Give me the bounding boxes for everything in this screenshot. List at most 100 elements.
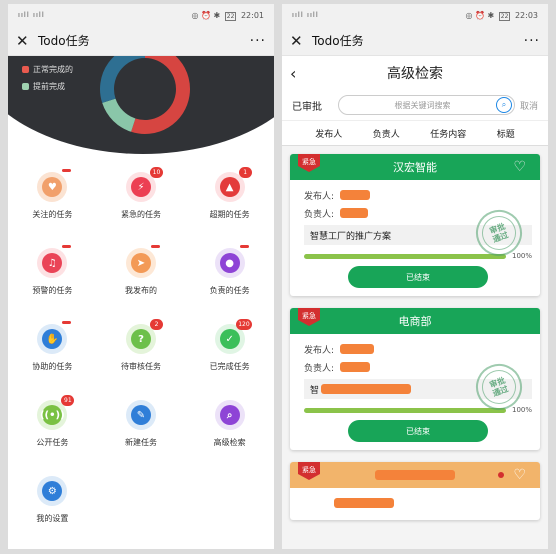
grid-icon-glyph: ⚙ — [42, 481, 63, 501]
progress-fill — [304, 253, 506, 259]
grid-item[interactable]: ⌕ 高级检索 — [185, 400, 274, 456]
grid-icon-glyph: ✓ — [219, 329, 240, 349]
donut-segment — [100, 56, 146, 103]
left-screen: ııll ııll ◎ ⏰ ✱ 22 22:01 ✕ Todo任务 ··· 正常… — [8, 4, 274, 549]
status-bar: ııll ııll ◎ ⏰ ✱ 22 22:01 — [8, 4, 274, 26]
grid-icon-glyph: ♫ — [42, 253, 63, 273]
grid-label: 负责的任务 — [209, 286, 250, 295]
grid-item[interactable]: ((•)) 91 公开任务 — [8, 395, 97, 456]
badge: 2 — [149, 319, 163, 330]
grid-icon: ⚙ — [37, 476, 68, 506]
heart-icon[interactable]: ♡ — [513, 159, 526, 175]
grid-icon: ✎ — [125, 400, 156, 430]
donut-chart — [100, 56, 190, 134]
stamp-text: 审批 通过 — [477, 365, 521, 409]
task-card[interactable]: 紧急 电商部 发布人: 负责人: 智 100% 已结束 审批 通过 — [290, 308, 540, 450]
grid-item[interactable]: ✓ 120 已完成任务 — [185, 319, 274, 380]
filter-status-label[interactable]: 已审批 — [292, 98, 338, 113]
close-icon[interactable]: ✕ — [290, 32, 308, 50]
redaction — [321, 384, 412, 394]
urgent-tag: 紧急 — [298, 462, 320, 480]
ended-button[interactable]: 已结束 — [348, 266, 488, 288]
progress-bar — [304, 407, 506, 413]
badge: 120 — [236, 319, 252, 330]
search-input[interactable]: 根据关键词搜索 ⌕ — [338, 95, 515, 115]
redaction — [340, 190, 371, 200]
grid-icon: ♫ — [37, 245, 72, 278]
grid-item[interactable]: ✎ 新建任务 — [97, 400, 186, 456]
urgent-tag: 紧急 — [298, 308, 320, 326]
stamp-text: 审批 通过 — [477, 211, 521, 255]
grid-icon: ((•)) 91 — [37, 395, 75, 430]
grid-item[interactable]: ♫ 预警的任务 — [8, 245, 97, 304]
grid-icon: ➤ — [125, 245, 160, 278]
grid-item[interactable]: ♥ 关注的任务 — [8, 169, 97, 228]
tab-content[interactable]: 任务内容 — [430, 127, 466, 140]
badge — [62, 245, 72, 248]
grid-item[interactable]: ⚙ 我的设置 — [8, 476, 97, 532]
grid-item[interactable]: ? 2 待审核任务 — [97, 319, 186, 380]
legend-swatch — [22, 66, 29, 73]
redaction — [334, 498, 394, 508]
back-icon[interactable]: ‹ — [290, 64, 296, 83]
grid-icon-glyph: ? — [130, 329, 151, 349]
task-list: 紧急 汉宏智能 ♡ 发布人: 负责人: 智慧工厂的推广方案 100% 已结束 审… — [282, 146, 548, 520]
status-right: ◎ ⏰ ✱ 22 22:01 — [191, 11, 264, 21]
grid-label: 我发布的 — [124, 286, 157, 295]
progress-percent: 100% — [511, 406, 532, 414]
badge — [150, 245, 160, 248]
grid-icon-glyph: ⚡ — [130, 177, 151, 197]
progress-fill — [304, 407, 506, 413]
redaction — [340, 344, 375, 354]
grid-label: 超期的任务 — [209, 210, 250, 219]
grid-icon-glyph: ⌕ — [219, 405, 240, 425]
redaction — [340, 362, 371, 372]
heart-icon[interactable]: ♡ — [513, 467, 526, 483]
title-bar: ✕ Todo任务 ··· — [282, 26, 548, 56]
grid-label: 紧急的任务 — [120, 210, 161, 219]
card-title: 电商部 — [398, 315, 432, 328]
task-content-text: 智慧工厂的推广方案 — [310, 231, 392, 242]
app-title: Todo任务 — [38, 34, 90, 48]
cancel-button[interactable]: 取消 — [520, 99, 538, 112]
grid-icon: ⌕ — [214, 400, 245, 430]
owner-label: 负责人: — [304, 209, 335, 220]
status-bar: ııll ııll ◎ ⏰ ✱ 22 22:03 — [282, 4, 548, 26]
grid-icon-glyph: ♥ — [42, 177, 63, 197]
signal-icon: ııll ııll — [18, 11, 45, 19]
grid-item[interactable]: ✋ 协助的任务 — [8, 321, 97, 380]
card-header: 紧急 ♡ — [290, 462, 540, 488]
more-icon[interactable]: ··· — [250, 33, 266, 49]
grid-item[interactable]: ➤ 我发布的 — [97, 245, 186, 304]
tab-publisher[interactable]: 发布人 — [315, 127, 342, 140]
card-header: 紧急 汉宏智能 ♡ — [290, 154, 540, 180]
more-icon[interactable]: ··· — [524, 33, 540, 49]
grid-item[interactable]: ⚡ 10 紧急的任务 — [97, 167, 186, 228]
title-bar: ✕ Todo任务 ··· — [8, 26, 274, 56]
tab-title[interactable]: 标题 — [497, 127, 515, 140]
function-grid: ♥ 关注的任务 ⚡ 10 紧急的任务 ▲ 1 超期的任务 ♫ 预警的任务 ➤ 我… — [8, 154, 274, 532]
grid-item[interactable]: ▲ 1 超期的任务 — [185, 167, 274, 228]
grid-icon: ♥ — [37, 169, 72, 202]
status-icons: ◎ ⏰ ✱ — [465, 10, 495, 20]
publisher-field: 发布人: — [304, 340, 532, 358]
legend-item: 提前完成 — [22, 81, 73, 92]
grid-item[interactable]: ● 负责的任务 — [185, 245, 274, 304]
card-header: 紧急 电商部 — [290, 308, 540, 334]
task-card[interactable]: 紧急 汉宏智能 ♡ 发布人: 负责人: 智慧工厂的推广方案 100% 已结束 审… — [290, 154, 540, 296]
legend-label: 提前完成 — [33, 82, 65, 91]
tab-owner[interactable]: 负责人 — [373, 127, 400, 140]
app-title: Todo任务 — [312, 34, 364, 48]
battery-icon: 22 — [224, 11, 237, 21]
chart-legend: 正常完成的 提前完成 — [22, 64, 73, 98]
page-title: 高级检索 — [387, 66, 443, 82]
stats-panel: 正常完成的 提前完成 — [8, 56, 274, 154]
publisher-field — [304, 494, 532, 512]
close-icon[interactable]: ✕ — [16, 32, 34, 50]
grid-label: 已完成任务 — [209, 362, 250, 371]
grid-icon: ▲ 1 — [214, 167, 252, 202]
search-icon[interactable]: ⌕ — [495, 97, 512, 113]
search-placeholder: 根据关键词搜索 — [394, 100, 451, 110]
task-card[interactable]: 紧急 ♡ — [290, 462, 540, 520]
ended-button[interactable]: 已结束 — [348, 420, 488, 442]
